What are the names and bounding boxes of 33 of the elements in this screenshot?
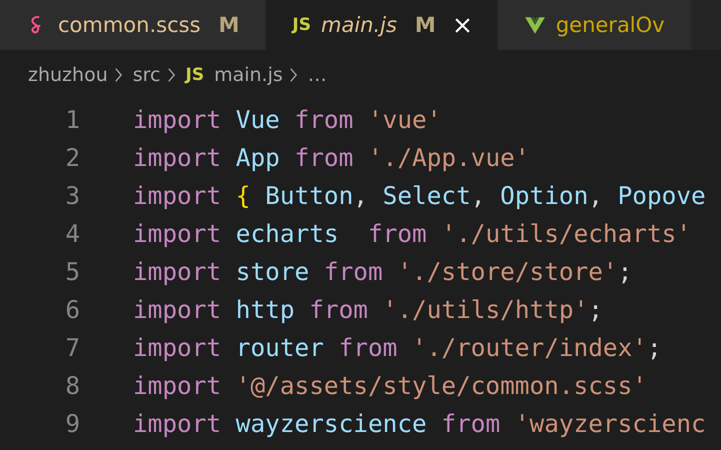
line-number: 5	[64, 256, 80, 286]
line-number: 7	[64, 332, 80, 362]
close-icon[interactable]	[454, 16, 471, 34]
tab-label: main.js	[321, 13, 397, 37]
line-number: 3	[64, 180, 80, 210]
code-line: import { Button, Select, Option, Popove	[133, 180, 706, 210]
js-file-icon: JS	[292, 15, 311, 35]
code-line: import wayzerscience from 'wayzerscienc	[133, 408, 706, 438]
line-number: 6	[64, 294, 80, 324]
line-number: 8	[64, 370, 80, 400]
breadcrumb-item[interactable]: src	[132, 64, 160, 86]
editor-tab[interactable]: JS main.js M	[266, 0, 498, 50]
line-number: 4	[64, 218, 80, 248]
modified-status-label: M	[414, 13, 436, 37]
modified-status-label: M	[218, 13, 240, 37]
tab-label: generalOv	[556, 13, 665, 37]
code-line: import echarts from './utils/echarts'	[133, 218, 692, 248]
breadcrumb-item[interactable]: zhuzhou	[28, 64, 108, 86]
tab-label: common.scss	[58, 13, 201, 37]
code-line: import store from './store/store';	[133, 256, 632, 286]
code-line: import '@/assets/style/common.scss'	[133, 370, 647, 400]
editor-tab[interactable]: common.scss M	[0, 0, 266, 50]
code-line: import http from './utils/http';	[133, 294, 603, 324]
code-line: import router from './router/index';	[133, 332, 662, 362]
line-number: 9	[64, 408, 80, 438]
code-line: import App from './App.vue'	[133, 142, 530, 172]
breadcrumb-item[interactable]: …	[308, 64, 327, 86]
line-number: 1	[64, 104, 80, 134]
line-number: 2	[64, 142, 80, 172]
js-file-icon: JS	[186, 65, 204, 85]
editor-tab[interactable]: generalOv	[498, 0, 692, 50]
code-line: import Vue from 'vue'	[133, 104, 442, 134]
breadcrumb-item[interactable]: main.js	[214, 64, 283, 86]
